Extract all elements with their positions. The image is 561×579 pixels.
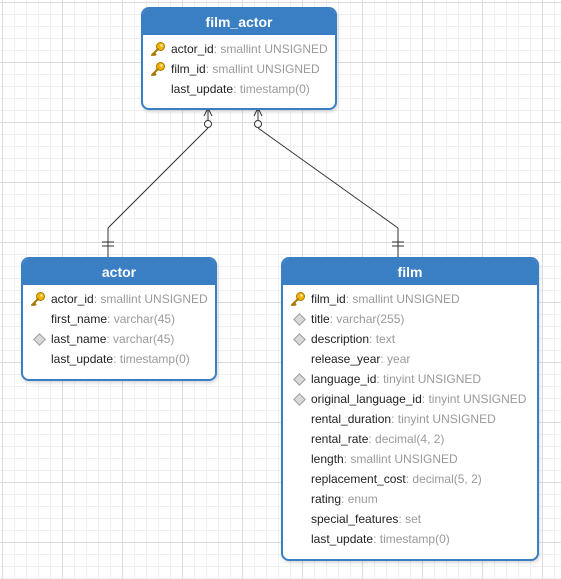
field-row[interactable]: rental_rate: decimal(4, 2)	[283, 429, 537, 449]
entity-fields: actor_id: smallint UNSIGNED first_name: v…	[23, 285, 215, 369]
index-diamond-icon	[293, 393, 306, 406]
field-type: smallint UNSIGNED	[352, 292, 460, 306]
field-type: smallint UNSIGNED	[212, 62, 320, 76]
field-type: timestamp(0)	[119, 352, 190, 366]
field-row[interactable]: last_update: timestamp(0)	[23, 349, 215, 369]
field-name: last_name	[51, 332, 107, 346]
field-row[interactable]: length: smallint UNSIGNED	[283, 449, 537, 469]
relationship-film-actor-to-actor	[102, 107, 213, 258]
index-diamond-icon	[293, 373, 306, 386]
field-type: varchar(45)	[113, 332, 175, 346]
field-name: length	[311, 452, 344, 466]
index-diamond-icon	[293, 313, 306, 326]
field-name: original_language_id	[311, 392, 422, 406]
field-name: film_id	[311, 292, 346, 306]
field-row[interactable]: description: text	[283, 329, 537, 349]
entity-title: actor	[23, 259, 215, 285]
field-type: tinyint UNSIGNED	[428, 392, 527, 406]
field-row[interactable]: film_id: smallint UNSIGNED	[143, 59, 335, 79]
field-row[interactable]: original_language_id: tinyint UNSIGNED	[283, 389, 537, 409]
field-row[interactable]: film_id: smallint UNSIGNED	[283, 289, 537, 309]
field-type: smallint UNSIGNED	[100, 292, 208, 306]
field-name: last_update	[171, 82, 234, 96]
field-name: rental_duration	[311, 412, 392, 426]
primary-key-icon	[150, 41, 166, 57]
field-separator: :	[341, 492, 348, 506]
field-name: title	[311, 312, 330, 326]
index-diamond-icon	[33, 333, 46, 346]
field-name: first_name	[51, 312, 108, 326]
entity-actor[interactable]: actor actor_id: smallint UNSIGNED first_n…	[21, 257, 217, 381]
field-type: set	[405, 512, 422, 526]
field-name: rating	[311, 492, 342, 506]
field-separator: :	[107, 312, 114, 326]
primary-key-icon	[290, 291, 306, 307]
field-name: replacement_cost	[311, 472, 406, 486]
relationship-film-actor-to-film	[253, 107, 404, 258]
field-type: enum	[347, 492, 378, 506]
field-type: smallint UNSIGNED	[350, 452, 458, 466]
field-row[interactable]: title: varchar(255)	[283, 309, 537, 329]
index-diamond-icon	[293, 333, 306, 346]
primary-key-icon	[150, 61, 166, 77]
field-type: varchar(255)	[336, 312, 405, 326]
field-type: smallint UNSIGNED	[220, 42, 328, 56]
field-row[interactable]: first_name: varchar(45)	[23, 309, 215, 329]
field-separator: :	[373, 532, 380, 546]
field-type: varchar(45)	[113, 312, 176, 326]
field-row[interactable]: special_features: set	[283, 509, 537, 529]
field-type: decimal(5, 2)	[412, 472, 482, 486]
field-row[interactable]: last_update: timestamp(0)	[143, 79, 335, 99]
field-name: release_year	[311, 352, 381, 366]
field-name: actor_id	[51, 292, 94, 306]
field-name: special_features	[311, 512, 399, 526]
field-row[interactable]: replacement_cost: decimal(5, 2)	[283, 469, 537, 489]
field-type: tinyint UNSIGNED	[383, 372, 482, 386]
field-row[interactable]: release_year: year	[283, 349, 537, 369]
entity-title: film_actor	[143, 9, 335, 35]
entity-film-actor[interactable]: film_actor actor_id: smallint UNSIGNED fi…	[141, 7, 337, 110]
field-type: decimal(4, 2)	[375, 432, 445, 446]
field-type: tinyint UNSIGNED	[397, 412, 496, 426]
entity-fields: film_id: smallint UNSIGNED title: varchar…	[283, 285, 537, 549]
field-row[interactable]: last_name: varchar(45)	[23, 329, 215, 349]
field-name: rental_rate	[311, 432, 369, 446]
entity-fields: actor_id: smallint UNSIGNED film_id: smal…	[143, 35, 335, 99]
field-row[interactable]: language_id: tinyint UNSIGNED	[283, 369, 537, 389]
field-name: film_id	[171, 62, 206, 76]
field-name: description	[311, 332, 370, 346]
field-name: language_id	[311, 372, 377, 386]
field-row[interactable]: actor_id: smallint UNSIGNED	[143, 39, 335, 59]
field-separator: :	[369, 332, 376, 346]
field-name: last_update	[51, 352, 114, 366]
field-name: last_update	[311, 532, 374, 546]
field-row[interactable]: actor_id: smallint UNSIGNED	[23, 289, 215, 309]
field-name: actor_id	[171, 42, 214, 56]
field-type: year	[387, 352, 411, 366]
field-row[interactable]: rental_duration: tinyint UNSIGNED	[283, 409, 537, 429]
field-row[interactable]: last_update: timestamp(0)	[283, 529, 537, 549]
field-separator: :	[113, 352, 120, 366]
field-type: timestamp(0)	[239, 82, 310, 96]
field-separator: :	[391, 412, 398, 426]
field-row[interactable]: rating: enum	[283, 489, 537, 509]
field-separator: :	[233, 82, 240, 96]
entity-film[interactable]: film film_id: smallint UNSIGNED title: va…	[281, 257, 539, 561]
field-type: text	[375, 332, 396, 346]
field-type: timestamp(0)	[379, 532, 450, 546]
primary-key-icon	[30, 291, 46, 307]
entity-title: film	[283, 259, 537, 285]
